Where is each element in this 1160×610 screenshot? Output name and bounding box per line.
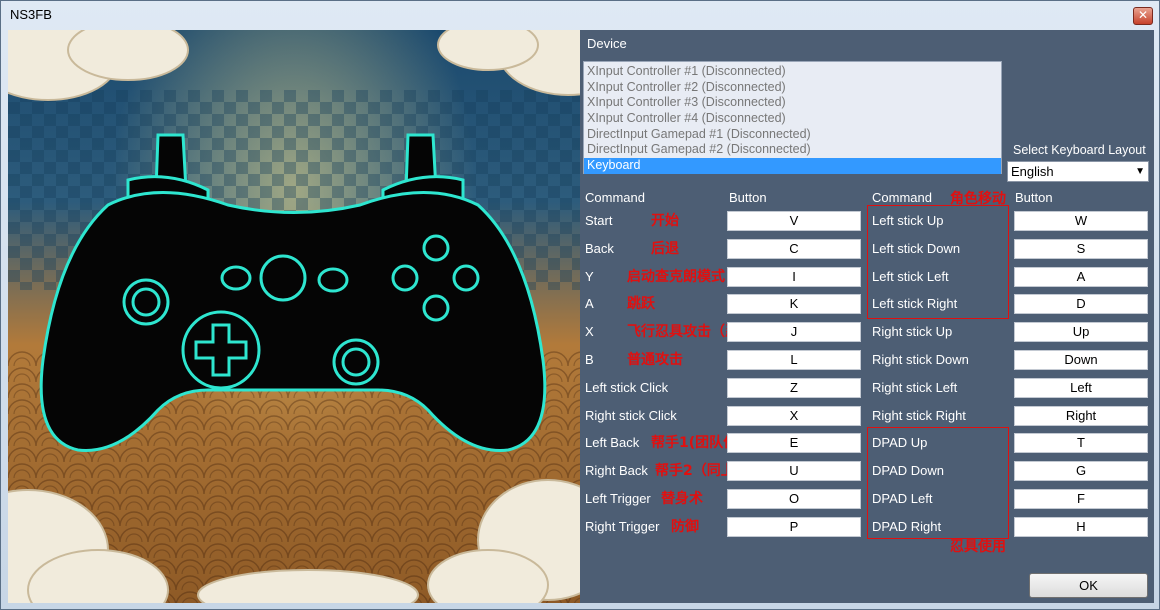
command-label: B [585, 352, 594, 367]
command-header-right: Command [872, 190, 932, 205]
key-binding-field[interactable]: F [1014, 489, 1148, 509]
key-binding-field[interactable]: D [1014, 294, 1148, 315]
command-label: Start [585, 213, 613, 228]
app-window: NS3FB ✕ Device XInput Controller #1 (Dis… [0, 0, 1160, 610]
annotation-note: 后退 [651, 240, 679, 257]
key-binding-field[interactable]: Right [1014, 405, 1148, 426]
titlebar: NS3FB ✕ [1, 1, 1159, 29]
device-label: Device [587, 36, 627, 51]
device-item[interactable]: XInput Controller #4 (Disconnected) [584, 111, 1001, 127]
command-label: Left stick Click [585, 379, 669, 395]
key-binding-field[interactable]: U [727, 461, 861, 482]
key-binding-field[interactable]: A [1014, 266, 1148, 287]
key-binding-field[interactable]: Down [1014, 350, 1148, 370]
command-label: A [585, 296, 594, 312]
key-binding-field[interactable]: W [1014, 211, 1148, 231]
device-list[interactable]: XInput Controller #1 (Disconnected) XInp… [583, 61, 1002, 174]
annotation-note: 替身术 [661, 491, 703, 507]
key-binding-field[interactable]: Z [727, 377, 861, 398]
settings-panel: Device XInput Controller #1 (Disconnecte… [581, 30, 1154, 603]
client-area: Device XInput Controller #1 (Disconnecte… [8, 30, 1154, 603]
command-label: Right Back [585, 463, 648, 479]
close-icon: ✕ [1137, 8, 1149, 22]
command-label: Left Trigger [585, 491, 651, 506]
device-item[interactable]: DirectInput Gamepad #1 (Disconnected) [584, 127, 1001, 143]
key-binding-field[interactable]: H [1014, 516, 1148, 537]
gamepad-outline-icon [8, 30, 580, 603]
device-item[interactable]: DirectInput Gamepad #2 (Disconnected) [584, 142, 1001, 158]
layout-label: Select Keyboard Layout [1013, 143, 1146, 157]
command-header-left: Command [585, 190, 645, 205]
command-label: Back [585, 240, 614, 256]
command-label: Left Back [585, 435, 640, 451]
key-binding-field[interactable]: G [1014, 461, 1148, 482]
key-binding-field[interactable]: L [727, 350, 861, 370]
command-label: Right stick Down [872, 352, 969, 367]
device-item-keyboard[interactable]: Keyboard [584, 158, 1001, 174]
command-label: Right Trigger [585, 518, 660, 534]
key-binding-field[interactable]: X [727, 405, 861, 426]
stick-group-box [867, 205, 1009, 319]
command-label: Right stick Up [872, 324, 953, 340]
chevron-down-icon: ▼ [1135, 166, 1145, 177]
key-binding-field[interactable]: O [727, 489, 861, 509]
annotation-note: 启动查克朗模式 [627, 268, 725, 285]
dpad-group-note: 忍具使用 [950, 539, 1006, 555]
stick-group-note: 角色移动 [950, 191, 1006, 207]
key-binding-field[interactable]: E [727, 433, 861, 454]
device-item[interactable]: XInput Controller #3 (Disconnected) [584, 95, 1001, 111]
key-binding-field[interactable]: Left [1014, 377, 1148, 398]
window-title: NS3FB [10, 7, 52, 22]
key-binding-field[interactable]: C [727, 238, 861, 259]
layout-value: English [1011, 164, 1054, 179]
device-item[interactable]: XInput Controller #2 (Disconnected) [584, 80, 1001, 96]
ok-button[interactable]: OK [1029, 573, 1148, 598]
button-header-right: Button [1015, 190, 1053, 205]
key-binding-field[interactable]: V [727, 211, 861, 231]
controller-artwork [8, 30, 580, 603]
dpad-group-box [867, 427, 1009, 539]
command-label: Right stick Click [585, 407, 677, 423]
key-binding-field[interactable]: P [727, 516, 861, 537]
command-label: X [585, 324, 594, 340]
device-item[interactable]: XInput Controller #1 (Disconnected) [584, 64, 1001, 80]
layout-select[interactable]: English ▼ [1007, 161, 1149, 182]
key-binding-field[interactable]: I [727, 266, 861, 287]
close-button[interactable]: ✕ [1133, 7, 1153, 25]
key-binding-field[interactable]: T [1014, 433, 1148, 454]
annotation-note: 跳跃 [627, 296, 655, 313]
annotation-note: 防御 [671, 518, 699, 535]
key-binding-field[interactable]: S [1014, 238, 1148, 259]
command-label: Right stick Right [872, 407, 966, 423]
annotation-note: 普通攻击 [627, 352, 683, 368]
key-binding-field[interactable]: Up [1014, 322, 1148, 343]
button-header-left: Button [729, 190, 767, 205]
annotation-note: 开始 [651, 213, 679, 229]
command-label: Y [585, 268, 594, 284]
key-binding-field[interactable]: J [727, 322, 861, 343]
key-binding-field[interactable]: K [727, 294, 861, 315]
command-label: Right stick Left [872, 379, 958, 395]
